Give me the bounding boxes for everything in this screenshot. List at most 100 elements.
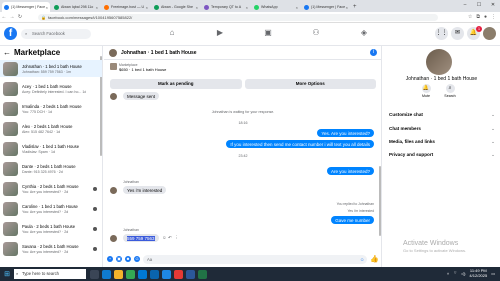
message-input[interactable]: Aa ☺	[143, 254, 368, 264]
media-icon[interactable]	[174, 269, 183, 279]
menu-grid-icon[interactable]: ⋮⋮	[435, 27, 448, 40]
notifications-icon[interactable]: 🔔 1	[467, 26, 482, 40]
explorer-icon[interactable]	[114, 269, 123, 279]
conversation-preview: You: Are you interested? · 2d	[22, 189, 69, 194]
emoji-react-icon[interactable]: ☺	[162, 235, 167, 240]
bookmark-star-icon[interactable]: ☆	[468, 14, 472, 20]
conversation-item[interactable]: Alex · 2 beds 1 bath House Alex: 515 482 …	[0, 120, 102, 137]
emoji-icon[interactable]: ☺	[360, 255, 364, 264]
browser-tab[interactable]: (1) Messenger | Face ×	[302, 2, 350, 12]
more-options-button[interactable]: More Options	[244, 79, 376, 89]
conversation-name: Paula · 2 beds 1 bath House	[22, 223, 76, 229]
tab-close-icon[interactable]: ×	[146, 5, 148, 10]
conversation-item[interactable]: Caroline · 1 bed 1 bath House You: Are yo…	[0, 200, 102, 217]
gaming-icon[interactable]: ◈	[340, 28, 388, 37]
url-field[interactable]: 🔒 facebook.com/messages/t/10041956075858…	[38, 14, 438, 21]
conversation-item[interactable]: Irmalinda · 2 beds 1 bath House You: 775 …	[0, 100, 102, 117]
sender-name: Johnathan	[123, 228, 139, 232]
like-icon[interactable]: 👍	[370, 255, 379, 263]
conversation-item[interactable]: Dante · 2 beds 1 bath House Dante: 915 32…	[0, 160, 102, 177]
mail-icon[interactable]	[150, 269, 159, 279]
back-arrow-icon[interactable]: ←	[3, 48, 11, 57]
address-bar-row: ← → ↻ 🔒 facebook.com/messages/t/10041956…	[0, 12, 500, 23]
marketplace-icon[interactable]: ▣	[244, 28, 292, 37]
account-avatar[interactable]	[483, 27, 496, 40]
chat-avatar[interactable]	[109, 48, 117, 57]
profile-icon[interactable]: ●	[484, 14, 487, 20]
conversation-item[interactable]: Savana · 2 beds 1 bath House You: Are you…	[0, 240, 102, 257]
facebook-logo-icon[interactable]: f	[4, 27, 17, 40]
conversation-preview: Alex: 515 482 7642 · 1d	[22, 129, 61, 134]
taskbar-search-input[interactable]: ⌕ Type here to search	[14, 269, 86, 279]
tab-close-icon[interactable]: ×	[46, 5, 48, 10]
browser-tab[interactable]: (1) Messenger | Face ×	[2, 2, 50, 12]
profile-avatar[interactable]	[426, 49, 452, 75]
messenger-icon[interactable]: ✉	[451, 27, 464, 40]
section-media-files-links[interactable]: Media, files and links ⌄	[389, 139, 495, 145]
sticker-icon[interactable]: ☻	[125, 256, 131, 262]
home-icon[interactable]: ⌂	[148, 28, 196, 37]
network-icon[interactable]: ⌔	[453, 270, 457, 276]
back-icon[interactable]: ←	[0, 14, 8, 20]
section-customize-chat[interactable]: Customize chat ⌄	[389, 112, 495, 118]
store-icon[interactable]	[138, 269, 147, 279]
reply-icon[interactable]: ↶	[168, 235, 172, 241]
tab-favicon-icon	[304, 4, 309, 10]
search-conversation-button[interactable]: ⌕ Search	[443, 84, 457, 98]
task-view-icon[interactable]	[90, 269, 99, 279]
facebook-search-input[interactable]: ⌕ Search Facebook	[21, 29, 91, 39]
video-icon[interactable]: ▶	[196, 28, 244, 37]
mute-button[interactable]: 🔔 Mute	[419, 84, 433, 98]
image-icon[interactable]: ▣	[116, 256, 122, 262]
listing-card[interactable]: Marketplace $650 · 1 bed 1 bath House	[110, 63, 166, 72]
excel-icon[interactable]	[198, 269, 207, 279]
notification-center-icon[interactable]: ▭	[491, 271, 495, 276]
new-tab-button[interactable]: +	[353, 2, 357, 12]
word-icon[interactable]	[186, 269, 195, 279]
conversation-item[interactable]: Johnathan · 1 bed 1 bath House Johnathan:…	[0, 60, 102, 77]
conversation-item[interactable]: Acey · 1 bed 1 bath House Acey: Definitel…	[0, 80, 102, 97]
seen-avatar	[93, 226, 97, 231]
tab-favicon-icon	[104, 4, 109, 10]
tab-close-icon[interactable]: ×	[196, 5, 198, 10]
selected-phone-number[interactable]: 559 759 7563	[127, 235, 155, 241]
tab-close-icon[interactable]: ×	[346, 5, 348, 10]
tab-close-icon[interactable]: ×	[96, 5, 98, 10]
browser-tab[interactable]: Alwan Iqbal 298 11o ×	[52, 2, 100, 12]
conversation-item[interactable]: Vladislav · 1 bed 1 bath House Vladislav:…	[0, 140, 102, 157]
reload-icon[interactable]: ↻	[16, 14, 24, 20]
chat-scrollbar[interactable]	[379, 166, 381, 236]
browser-tab[interactable]: Temporary QT to A ×	[202, 2, 250, 12]
clock[interactable]: 11:49 PM 4/12/2025	[469, 268, 487, 278]
chat-title[interactable]: Johnathan · 1 bed 1 bath House	[121, 50, 197, 56]
edge-icon[interactable]	[102, 269, 111, 279]
conversation-item[interactable]: Cynthia · 2 beds 1 bath House You: Are yo…	[0, 180, 102, 197]
photos-icon[interactable]	[162, 269, 171, 279]
maximize-icon[interactable]: ☐	[472, 0, 486, 10]
gif-icon[interactable]: G	[134, 256, 140, 262]
up-arrow-icon[interactable]: ˄	[447, 271, 449, 276]
chrome-icon[interactable]	[126, 269, 135, 279]
tab-close-icon[interactable]: ×	[246, 5, 248, 10]
close-icon[interactable]: ✕	[486, 0, 500, 10]
more-icon[interactable]: ⋮	[174, 235, 179, 241]
tab-close-icon[interactable]: ×	[296, 5, 298, 10]
plus-icon[interactable]: +	[107, 256, 113, 262]
browser-tab[interactable]: Alwan - Google She ×	[152, 2, 200, 12]
section-chat-members[interactable]: Chat members ⌄	[389, 126, 495, 132]
volume-icon[interactable]: ◁)	[461, 271, 465, 276]
extensions-icon[interactable]: ⧉	[476, 14, 480, 20]
browser-tab[interactable]: Freeimage.host — U ×	[102, 2, 150, 12]
minimize-icon[interactable]: –	[458, 0, 472, 10]
tab-label: Alwan Iqbal 298 11o	[61, 5, 94, 9]
mark-as-pending-button[interactable]: Mark as pending	[110, 79, 242, 89]
section-privacy-support[interactable]: Privacy and support ⌄	[389, 152, 495, 158]
conversation-item[interactable]: Paula · 2 beds 1 bath House You: Are you …	[0, 220, 102, 237]
browser-tab[interactable]: WhatsApp ×	[252, 2, 300, 12]
info-icon[interactable]: i	[370, 49, 377, 56]
message-bubble-in[interactable]: 559 759 7563	[123, 234, 159, 242]
windows-start-icon[interactable]: ⊞	[0, 270, 14, 278]
forward-icon[interactable]: →	[8, 14, 16, 20]
browser-menu-icon[interactable]: ⋮	[491, 14, 496, 20]
groups-icon[interactable]: ⚇	[292, 28, 340, 37]
